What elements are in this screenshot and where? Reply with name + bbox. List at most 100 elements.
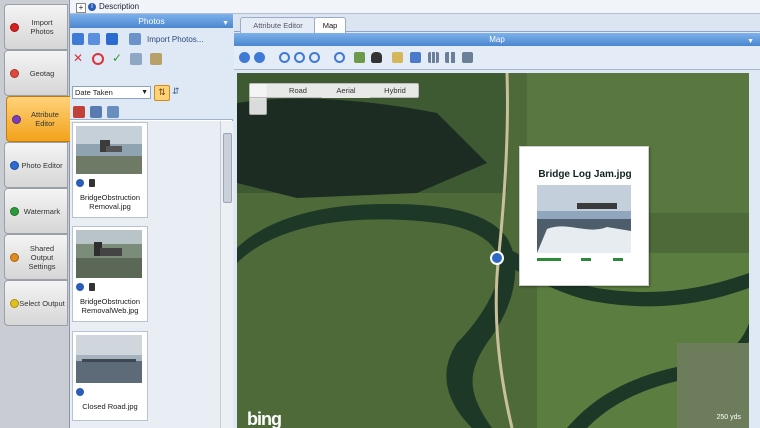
photos-scrollbar[interactable]	[220, 121, 233, 428]
chevron-down-icon: ▼	[141, 89, 148, 96]
import-photos-icon[interactable]	[129, 33, 141, 45]
photo-status-icons	[76, 283, 98, 293]
photo-caption: Closed Road.jpg	[82, 402, 138, 411]
tab-label: Shared Output Settings	[28, 243, 56, 271]
photo-marker-icon[interactable]	[410, 52, 421, 63]
import-photos-button[interactable]: Import Photos...	[147, 35, 203, 44]
photo-status-icons	[76, 179, 98, 189]
popup-title: Bridge Log Jam.jpg	[538, 169, 632, 180]
photo-caption: BridgeObstruction Removal.jpg	[79, 193, 141, 211]
map-mode-hybrid[interactable]: Hybrid	[372, 84, 418, 98]
import-photos-icon	[10, 22, 19, 32]
map-scale: 250 yds	[716, 414, 741, 421]
map-layer-icon[interactable]	[354, 52, 365, 63]
zoom-selection-icon[interactable]	[309, 52, 320, 63]
grid-view-icon[interactable]	[72, 33, 84, 45]
photo-action-1-icon[interactable]	[73, 106, 85, 118]
photo-card[interactable]: BridgeObstruction RemovalWeb.jpg	[72, 226, 148, 322]
photo-action-3-icon[interactable]	[107, 106, 119, 118]
sort-select[interactable]: Date Taken ▼	[72, 86, 151, 99]
sort-value: Date Taken	[75, 88, 113, 97]
photo-editor-icon	[10, 160, 19, 170]
folder-icon[interactable]	[392, 52, 403, 63]
copy-icon[interactable]	[130, 53, 142, 65]
editor-tab-row: Attribute Editor Map	[234, 14, 760, 34]
photo-location-pin[interactable]	[490, 251, 504, 265]
tab-label: Geotag	[29, 68, 55, 78]
scrollbar-thumb[interactable]	[223, 133, 232, 203]
geotag-status-icon	[76, 283, 84, 291]
map-mode-switch: Road Aerial Hybrid	[249, 83, 419, 98]
tab-attribute-editor[interactable]: Attribute Editor	[6, 96, 72, 142]
photo-thumbnail	[76, 126, 142, 174]
photo-status-icons	[76, 388, 87, 398]
photos-title-label: Photos	[138, 16, 165, 26]
geotag-icon	[10, 68, 19, 78]
tab-watermark[interactable]: Watermark	[4, 188, 68, 234]
photos-toolbar: Import Photos... ✕ ✓ Date Taken ▼ ⇅ ⇵	[70, 28, 233, 120]
grid-large-icon[interactable]	[462, 52, 473, 63]
tab-label: Attribute Editor	[31, 110, 59, 128]
attribute-editor-icon	[12, 114, 21, 124]
binoculars-icon[interactable]	[371, 52, 382, 63]
tab-label: Select Output	[19, 298, 65, 308]
expand-icon[interactable]: +	[76, 3, 86, 13]
tab-shared-output-settings[interactable]: Shared Output Settings	[4, 234, 68, 280]
list-view-icon[interactable]	[106, 33, 118, 45]
grid-medium-icon[interactable]	[445, 52, 456, 63]
bing-logo: bing	[247, 409, 282, 428]
map-panel-title: Map ▼	[234, 33, 760, 46]
map-mode-road[interactable]: Road	[276, 84, 320, 98]
tab-label: Watermark	[23, 206, 61, 216]
info-icon: i	[88, 3, 96, 11]
map-title-label: Map	[489, 35, 505, 44]
sort-direction-icon[interactable]: ⇵	[172, 85, 184, 99]
map-toolbar	[234, 46, 760, 70]
photos-panel: Photos ▼ Import Photos... ✕ ✓ Date Taken…	[70, 14, 233, 428]
tab-map[interactable]: Map	[314, 17, 346, 34]
sort-order-icon[interactable]: ⇅	[154, 85, 170, 101]
description-label: Description	[99, 2, 140, 11]
tab-import-photos[interactable]: Import Photos	[4, 4, 68, 50]
workflow-tab-strip: Import Photos Geotag Attribute Editor Ph…	[0, 0, 72, 428]
popup-attributes	[537, 258, 623, 261]
popup-photo	[537, 185, 631, 253]
large-thumbnails-icon[interactable]	[88, 33, 100, 45]
zoom-out-globe-icon[interactable]	[254, 52, 265, 63]
grid-small-icon[interactable]	[428, 52, 439, 63]
aerial-map-imagery	[237, 73, 749, 428]
photo-card[interactable]: Closed Road.jpg	[72, 331, 148, 421]
zoom-in-globe-icon[interactable]	[239, 52, 250, 63]
edit-pencil-icon[interactable]	[89, 283, 96, 291]
photos-panel-title: Photos ▼	[70, 14, 233, 28]
photo-action-2-icon[interactable]	[90, 106, 102, 118]
photo-card[interactable]: BridgeObstruction Removal.jpg	[72, 122, 148, 218]
tab-geotag[interactable]: Geotag	[4, 50, 68, 96]
tab-attribute-editor-view[interactable]: Attribute Editor	[240, 17, 316, 33]
select-output-icon	[10, 298, 19, 308]
photo-thumbnail-list: BridgeObstruction Removal.jpg BridgeObst…	[70, 121, 220, 428]
check-icon[interactable]: ✓	[111, 52, 123, 65]
zoom-all-icon[interactable]	[334, 52, 345, 63]
photo-popup[interactable]: Bridge Log Jam.jpg	[519, 146, 649, 286]
photo-thumbnail	[76, 230, 142, 278]
edit-pencil-icon[interactable]	[89, 179, 96, 187]
geotag-status-icon	[76, 179, 84, 187]
tab-select-output[interactable]: Select Output	[4, 280, 68, 326]
remove-icon[interactable]: ✕	[72, 52, 84, 65]
map-mode-aerial[interactable]: Aerial	[322, 84, 370, 98]
geotag-status-icon	[76, 388, 84, 396]
edit-icon[interactable]	[150, 53, 162, 65]
map-view[interactable]: Road Aerial Hybrid Bridge Log Jam.jpg bi…	[237, 73, 749, 428]
zoom-in-icon[interactable]	[279, 52, 290, 63]
tab-photo-editor[interactable]: Photo Editor	[4, 142, 68, 188]
photo-thumbnail	[76, 335, 142, 383]
watermark-icon	[10, 206, 19, 216]
attribute-strip: + i Description	[70, 0, 760, 14]
zoom-out-icon[interactable]	[294, 52, 305, 63]
tab-label: Photo Editor	[21, 160, 63, 170]
block-icon[interactable]	[92, 53, 104, 65]
tab-label: Import Photos	[30, 18, 54, 36]
photo-caption: BridgeObstruction RemovalWeb.jpg	[79, 297, 141, 315]
shared-output-icon	[10, 252, 19, 262]
